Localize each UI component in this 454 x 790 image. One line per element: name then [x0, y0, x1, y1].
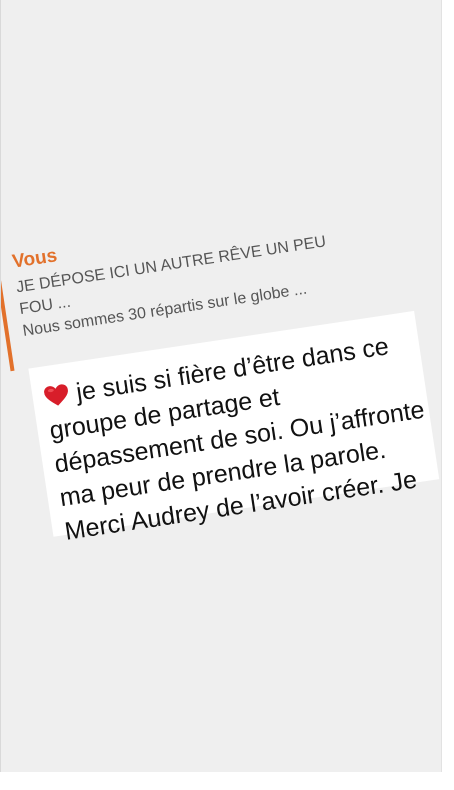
message-card: Vous JE DÉPOSE ICI UN AUTRE RÊVE UN PEU … — [1, 193, 441, 551]
red-heart-icon — [43, 380, 70, 406]
screenshot-frame: Vous JE DÉPOSE ICI UN AUTRE RÊVE UN PEU … — [0, 0, 442, 772]
